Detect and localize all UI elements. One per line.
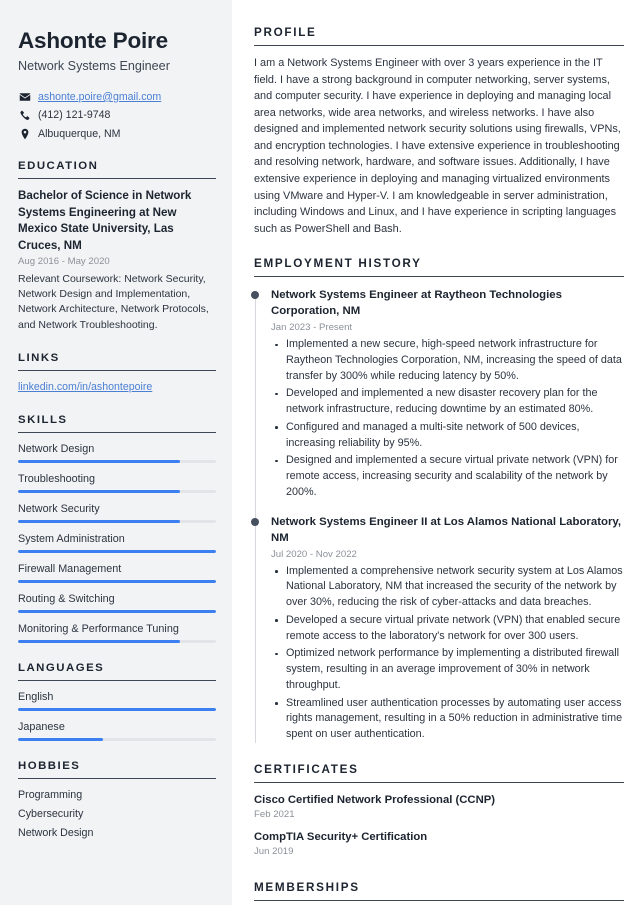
languages-item: Japanese: [18, 720, 216, 742]
skills-level-bar: [18, 459, 216, 463]
section-heading-employment: EMPLOYMENT HISTORY: [254, 257, 624, 278]
skills-label: Troubleshooting: [18, 472, 96, 485]
phone-icon: [18, 110, 31, 122]
section-heading-profile: PROFILE: [254, 26, 624, 46]
skills-level-bar: [18, 550, 216, 554]
contact-row-phone: (412) 121-9748: [18, 109, 216, 123]
resume-page: Ashonte Poire Network Systems Engineer a…: [0, 0, 640, 905]
section-heading-certificates: CERTIFICATES: [254, 763, 624, 783]
languages-item: English: [18, 690, 216, 712]
email-value[interactable]: ashonte.poire@gmail.com: [38, 91, 161, 104]
skills-item: System Administration: [18, 532, 216, 554]
job-bullet: Developed a secure virtual private netwo…: [271, 613, 624, 645]
certificate-name: CompTIA Security+ Certification: [254, 831, 428, 844]
skills-item: Network Design: [18, 442, 216, 463]
job-bullet: Optimized network performance by impleme…: [271, 646, 624, 693]
certificate-item: CompTIA Security+ Certification Jun 2019: [254, 830, 624, 857]
section-heading-languages: LANGUAGES: [18, 662, 216, 682]
skills-item: Firewall Management: [18, 562, 216, 584]
section-memberships: MEMBERSHIPS: [254, 881, 624, 902]
timeline-dot-icon: [250, 291, 259, 300]
hobby-item: Programming: [18, 789, 83, 802]
section-employment-history: EMPLOYMENT HISTORY Network Systems Engin…: [250, 257, 624, 743]
employment-timeline: Network Systems Engineer at Raytheon Tec…: [250, 288, 624, 743]
job-entry: Network Systems Engineer at Raytheon Tec…: [250, 288, 624, 501]
sidebar: Ashonte Poire Network Systems Engineer a…: [0, 0, 232, 905]
profile-text: I am a Network Systems Engineer with ove…: [254, 57, 621, 235]
candidate-name: Ashonte Poire: [18, 28, 168, 53]
skills-label: Network Security: [18, 502, 100, 515]
skills-level-bar: [18, 520, 216, 524]
skills-level-bar: [18, 489, 216, 493]
skills-label: Monitoring & Performance Tuning: [18, 623, 179, 636]
job-date: Jan 2023 - Present: [271, 322, 353, 334]
skills-item: Network Security: [18, 502, 216, 524]
job-bullet: Streamlined user authentication processe…: [271, 696, 624, 743]
phone-value: (412) 121-9748: [38, 109, 111, 122]
section-hobbies: HOBBIES Programming Cybersecurity Network …: [18, 760, 216, 842]
location-value: Albuquerque, NM: [38, 127, 121, 140]
job-bullet: Designed and implemented a secure virtua…: [271, 453, 624, 500]
skills-label: Firewall Management: [18, 563, 122, 576]
job-date: Jul 2020 - Nov 2022: [271, 548, 357, 560]
certificate-name: Cisco Certified Network Professional (CC…: [254, 793, 496, 806]
languages-label: English: [18, 691, 54, 704]
contact-row-email[interactable]: ashonte.poire@gmail.com: [18, 90, 216, 104]
skills-level-bar: [18, 640, 216, 644]
job-bullets: Implemented a new secure, high-speed net…: [271, 337, 624, 501]
timeline-dot-icon: [250, 517, 259, 526]
certificates-list: Cisco Certified Network Professional (CC…: [254, 793, 624, 858]
section-heading-memberships: MEMBERSHIPS: [254, 881, 624, 902]
languages-list: English Japanese: [18, 690, 216, 742]
candidate-role: Network Systems Engineer: [18, 58, 170, 73]
job-title: Network Systems Engineer II at Los Alamo…: [271, 515, 622, 544]
contact-row-location: Albuquerque, NM: [18, 127, 216, 141]
name-block: Ashonte Poire Network Systems Engineer: [18, 28, 216, 74]
section-languages: LANGUAGES English Japanese: [18, 662, 216, 742]
languages-level-bar: [18, 708, 216, 712]
main-column: PROFILE I am a Network Systems Engineer …: [232, 0, 640, 905]
link-linkedin[interactable]: linkedin.com/in/ashontepoire: [18, 381, 152, 393]
section-heading-education: EDUCATION: [18, 160, 216, 180]
job-bullets: Implemented a comprehensive network secu…: [271, 564, 624, 743]
skills-item: Troubleshooting: [18, 472, 216, 493]
skills-level-bar: [18, 580, 216, 584]
job-entry: Network Systems Engineer II at Los Alamo…: [250, 515, 624, 743]
skills-label: System Administration: [18, 533, 125, 546]
languages-level-bar: [18, 738, 216, 742]
section-heading-skills: SKILLS: [18, 414, 216, 433]
envelope-icon: [18, 91, 31, 103]
hobby-item: Cybersecurity: [18, 807, 84, 820]
section-heading-hobbies: HOBBIES: [18, 760, 216, 780]
education-description: Relevant Coursework: Network Security, N…: [18, 273, 209, 331]
languages-label: Japanese: [18, 721, 65, 734]
skills-item: Monitoring & Performance Tuning: [18, 622, 216, 644]
skills-label: Network Design: [18, 442, 95, 455]
section-heading-links: LINKS: [18, 352, 216, 371]
section-profile: PROFILE I am a Network Systems Engineer …: [254, 26, 624, 237]
section-links: LINKS linkedin.com/in/ashontepoire: [18, 352, 216, 395]
location-pin-icon: [18, 128, 31, 140]
section-education: EDUCATION Bachelor of Science in Network…: [18, 160, 216, 333]
contact-list: ashonte.poire@gmail.com (412) 121-9748 A…: [18, 90, 216, 141]
section-skills: SKILLS Network Design Troubleshooting Ne…: [18, 414, 216, 644]
hobbies-list: Programming Cybersecurity Network Design: [18, 786, 216, 842]
section-certificates: CERTIFICATES Cisco Certified Network Pro…: [254, 763, 624, 858]
skills-label: Routing & Switching: [18, 593, 115, 606]
certificate-date: Feb 2021: [254, 809, 295, 821]
hobby-item: Network Design: [18, 826, 94, 839]
certificate-item: Cisco Certified Network Professional (CC…: [254, 793, 624, 820]
skills-level-bar: [18, 610, 216, 614]
education-degree: Bachelor of Science in Network Systems E…: [18, 189, 192, 252]
skills-list: Network Design Troubleshooting Network S…: [18, 442, 216, 644]
job-bullet: Implemented a new secure, high-speed net…: [271, 337, 624, 384]
job-title: Network Systems Engineer at Raytheon Tec…: [271, 289, 562, 318]
job-bullet: Developed and implemented a new disaster…: [271, 386, 624, 418]
skills-item: Routing & Switching: [18, 592, 216, 614]
certificate-date: Jun 2019: [254, 846, 294, 858]
education-date: Aug 2016 - May 2020: [18, 256, 110, 268]
job-bullet: Implemented a comprehensive network secu…: [271, 564, 624, 611]
job-bullet: Configured and managed a multi-site netw…: [271, 420, 624, 452]
